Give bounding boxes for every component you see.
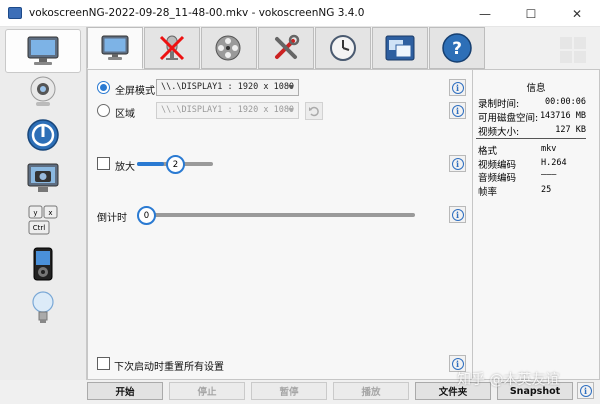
webcam-icon <box>30 76 56 106</box>
area-display-select[interactable]: \\.\DISPLAY1 : 1920 x 1080 <box>156 102 299 119</box>
magnifier-label: 放大 <box>115 162 135 173</box>
tab-settings[interactable] <box>258 27 314 69</box>
minimize-button[interactable]: — <box>462 0 508 27</box>
magnifier-checkbox[interactable] <box>97 157 110 170</box>
windows-icon <box>385 35 415 61</box>
info-separator <box>476 138 586 139</box>
close-icon: ✕ <box>571 6 583 21</box>
window-title: vokoscreenNG-2022-09-28_11-48-00.mkv - v… <box>29 7 365 19</box>
countdown-label: 倒计时 <box>97 213 127 224</box>
countdown-info-button[interactable]: i <box>449 206 466 223</box>
minimize-icon: — <box>479 6 491 21</box>
fullscreen-label: 全屏模式 <box>115 86 155 97</box>
info-icon: i <box>451 357 464 370</box>
area-info-button[interactable]: i <box>449 102 466 119</box>
info-title: 信息 <box>526 83 546 94</box>
monitor-icon <box>101 35 129 60</box>
area-radio[interactable] <box>97 104 110 117</box>
video-size-key: 视频大小: <box>478 127 520 138</box>
reset-settings-checkbox[interactable] <box>97 357 110 370</box>
magnifier-info-button[interactable]: i <box>449 155 466 172</box>
svg-text:?: ? <box>452 39 462 59</box>
tab-help[interactable]: ? <box>429 27 485 69</box>
watermark: 知乎 @木英友谊 <box>457 372 560 388</box>
fullscreen-info-button[interactable]: i <box>449 79 466 96</box>
title-bar: vokoscreenNG-2022-09-28_11-48-00.mkv - v… <box>0 0 600 27</box>
magnifier-slider-handle[interactable]: 2 <box>166 155 185 174</box>
media-player-icon <box>33 247 53 281</box>
maximize-button[interactable]: ☐ <box>508 0 554 27</box>
sidebar-item-screencast[interactable] <box>5 29 81 73</box>
free-disk-value: 143716 MB <box>539 111 586 121</box>
chevron-down-icon <box>288 85 294 89</box>
video-codec-key: 视频编码 <box>478 160 517 171</box>
fullscreen-display-select[interactable]: \\.\DISPLAY1 : 1920 x 1080 <box>156 79 299 96</box>
tab-bar: ? <box>87 27 600 69</box>
power-circle-icon <box>27 119 59 151</box>
magnifier-slider-fill <box>137 162 164 166</box>
play-button[interactable]: 播放 <box>333 382 409 400</box>
sidebar-item-showclick[interactable] <box>5 156 81 200</box>
stop-button[interactable]: 停止 <box>169 382 245 400</box>
fullscreen-radio[interactable] <box>97 81 110 94</box>
hotkey-y-label: y <box>33 209 37 217</box>
close-button[interactable]: ✕ <box>554 0 600 27</box>
info-icon: i <box>451 81 464 94</box>
sidebar-item-power[interactable] <box>5 113 81 157</box>
pause-button[interactable]: 暂停 <box>251 382 327 400</box>
tab-screencast[interactable] <box>87 27 143 69</box>
tab-codec[interactable] <box>201 27 257 69</box>
hotkey-x-label: x <box>48 209 52 217</box>
video-size-value: 127 KB <box>555 125 586 135</box>
hotkey-ctrl-label: Ctrl <box>33 224 46 232</box>
audio-codec-value: ——— <box>541 170 557 180</box>
info-icon: i <box>451 157 464 170</box>
maximize-icon: ☐ <box>525 6 537 21</box>
free-disk-key: 可用磁盘空间: <box>478 113 539 124</box>
sidebar-item-player[interactable] <box>5 242 81 286</box>
sidebar-item-camera[interactable] <box>5 70 81 114</box>
countdown-slider[interactable] <box>145 213 415 217</box>
reset-settings-label: 下次启动时重置所有设置 <box>114 362 224 373</box>
format-value: mkv <box>541 144 557 154</box>
lightbulb-icon <box>32 291 54 323</box>
chevron-down-icon <box>288 108 294 112</box>
start-button[interactable]: 开始 <box>87 382 163 400</box>
camera-monitor-icon <box>27 163 59 192</box>
tab-timer[interactable] <box>315 27 371 69</box>
tab-audio[interactable] <box>144 27 200 69</box>
sidebar-item-hotkeys[interactable]: y x Ctrl <box>5 199 81 243</box>
tab-system[interactable] <box>372 27 428 69</box>
record-time-value: 00:00:06 <box>545 97 586 107</box>
framerate-value: 25 <box>541 185 552 195</box>
area-display-value: \\.\DISPLAY1 : 1920 x 1080 <box>161 105 295 115</box>
sidebar-item-tips[interactable] <box>5 285 81 329</box>
help-icon: ? <box>442 33 472 63</box>
sidebar: y x Ctrl <box>0 27 87 380</box>
countdown-slider-handle[interactable]: 0 <box>137 206 156 225</box>
audio-codec-key: 音频编码 <box>478 173 517 184</box>
area-label: 区域 <box>115 109 135 120</box>
monitor-icon <box>27 36 59 65</box>
area-reset-button[interactable] <box>305 102 323 120</box>
app-icon <box>8 7 22 19</box>
info-icon: i <box>451 104 464 117</box>
info-icon: i <box>451 208 464 221</box>
video-codec-value: H.264 <box>541 158 567 168</box>
fullscreen-display-value: \\.\DISPLAY1 : 1920 x 1080 <box>161 82 295 92</box>
snapshot-info-button[interactable]: i <box>577 382 594 399</box>
clock-icon <box>330 35 356 61</box>
framerate-key: 帧率 <box>478 187 498 198</box>
windows-logo-icon <box>560 37 586 63</box>
record-time-key: 录制时间: <box>478 99 520 110</box>
format-key: 格式 <box>478 146 498 157</box>
undo-icon <box>309 106 319 117</box>
tools-icon <box>275 34 300 59</box>
info-icon: i <box>579 384 592 397</box>
film-reel-icon <box>215 35 241 61</box>
muted-microphone-icon <box>159 35 185 61</box>
keyboard-keys-icon: y x Ctrl <box>28 205 58 235</box>
